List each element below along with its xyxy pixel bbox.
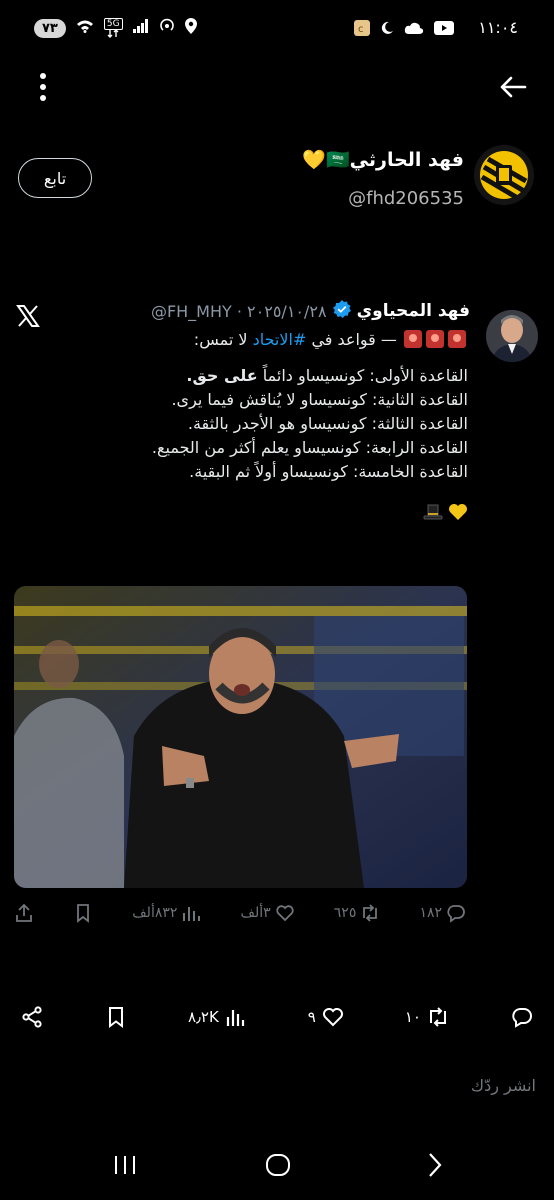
- views-icon: [183, 907, 201, 921]
- status-bar: ١١:٠٤ c ٧٣ 5G: [0, 14, 554, 48]
- quoted-author-name[interactable]: فهد المحياوي: [357, 301, 470, 321]
- rule-4: القاعدة الرابعة: كونسيساو يعلم أكثر من ا…: [151, 438, 468, 457]
- rule-5: القاعدة الخامسة: كونسيساو أولاً ثم البقي…: [189, 462, 468, 481]
- signal-icon: [132, 19, 149, 37]
- bookmark-button[interactable]: [104, 1005, 128, 1029]
- app-notification-icon: c: [354, 20, 370, 40]
- author-name[interactable]: فهد الحارثي🇸🇦💛: [302, 148, 464, 171]
- nav-back-icon[interactable]: [420, 1150, 450, 1180]
- quoted-retweet-button[interactable]: ٦٢٥: [334, 903, 381, 923]
- back-arrow-icon[interactable]: [498, 72, 528, 102]
- status-system-icons: ٧٣ 5G: [34, 18, 197, 38]
- retweet-button[interactable]: ١٠: [405, 1005, 450, 1029]
- svg-text:c: c: [358, 24, 364, 35]
- recents-icon[interactable]: [110, 1150, 140, 1180]
- verified-icon: [332, 300, 351, 322]
- hashtag-link[interactable]: #الاتحاد: [253, 330, 307, 349]
- quoted-tweet-actions: ٨٣٢ألف ٣ألف ٦٢٥ ١٨٢: [14, 900, 466, 926]
- siren-icon: [448, 330, 466, 348]
- author-handle[interactable]: @fhd206535: [348, 188, 464, 209]
- top-hat-icon: [423, 502, 443, 522]
- share-icon: [16, 903, 32, 922]
- youtube-icon: [434, 21, 454, 39]
- rule-3: القاعدة الثالثة: كونسيساو هو الأجدر بالث…: [187, 414, 468, 433]
- siren-icon: [426, 330, 444, 348]
- cloud-icon: [404, 21, 424, 39]
- quoted-line-1: — قواعد في #الاتحاد لا تمس:: [48, 328, 468, 352]
- retweet-icon: [363, 904, 378, 922]
- quoted-author-avatar[interactable]: [486, 310, 538, 362]
- author-avatar[interactable]: [474, 145, 534, 205]
- emoji-line: [48, 502, 468, 529]
- location-icon: [184, 18, 197, 38]
- reply-input[interactable]: انشر ردّك: [471, 1076, 536, 1095]
- yellow-heart-icon: [448, 502, 468, 522]
- quoted-like-button[interactable]: ٣ألف: [241, 903, 295, 923]
- share-button[interactable]: [20, 1005, 44, 1029]
- quoted-handle-date: @FH_MHY · ٢٠٢٥/١٠/٢٨: [150, 301, 327, 321]
- system-nav-bar: [0, 1130, 554, 1200]
- status-notification-icons: c: [354, 20, 454, 40]
- rule-1: القاعدة الأولى: كونسيساو دائماً على حق.: [186, 366, 468, 385]
- tweet-actions: ٨٫٢K ٩ ١٠: [20, 1002, 534, 1032]
- quoted-tweet-header: فهد المحياوي @FH_MHY · ٢٠٢٥/١٠/٢٨: [151, 300, 470, 322]
- wifi-icon: [76, 19, 94, 37]
- hotspot-icon: [159, 18, 175, 38]
- quoted-views-button[interactable]: ٨٣٢ألف: [132, 903, 201, 923]
- bookmark-icon: [77, 904, 89, 923]
- status-time: ١١:٠٤: [478, 18, 518, 37]
- x-logo-icon[interactable]: [16, 304, 40, 334]
- like-icon: [276, 905, 294, 922]
- home-icon[interactable]: [263, 1150, 293, 1180]
- network-type: 5G: [103, 18, 123, 38]
- moon-icon: [380, 21, 394, 39]
- like-icon: [322, 1008, 343, 1027]
- reply-icon: [447, 905, 465, 923]
- follow-button[interactable]: تابع: [18, 158, 92, 198]
- views-button[interactable]: ٨٫٢K: [188, 1005, 248, 1029]
- quoted-bookmark-button[interactable]: [73, 903, 93, 923]
- like-button[interactable]: ٩: [308, 1005, 345, 1029]
- more-icon[interactable]: [38, 70, 48, 104]
- quoted-share-button[interactable]: [14, 903, 34, 923]
- retweet-icon: [429, 1007, 446, 1027]
- tweet-photo[interactable]: [14, 586, 467, 888]
- battery-indicator: ٧٣: [34, 18, 66, 38]
- bookmark-icon: [108, 1007, 123, 1028]
- reply-button[interactable]: [510, 1005, 534, 1029]
- siren-icon: [404, 330, 422, 348]
- share-icon: [22, 1006, 42, 1028]
- reply-icon: [512, 1008, 532, 1028]
- quoted-reply-button[interactable]: ١٨٢: [419, 903, 466, 923]
- rule-2: القاعدة الثانية: كونسيساو لا يُناقش فيما…: [171, 390, 468, 409]
- quoted-tweet-body: — قواعد في #الاتحاد لا تمس: القاعدة الأو…: [48, 328, 468, 529]
- views-icon: [226, 1010, 244, 1026]
